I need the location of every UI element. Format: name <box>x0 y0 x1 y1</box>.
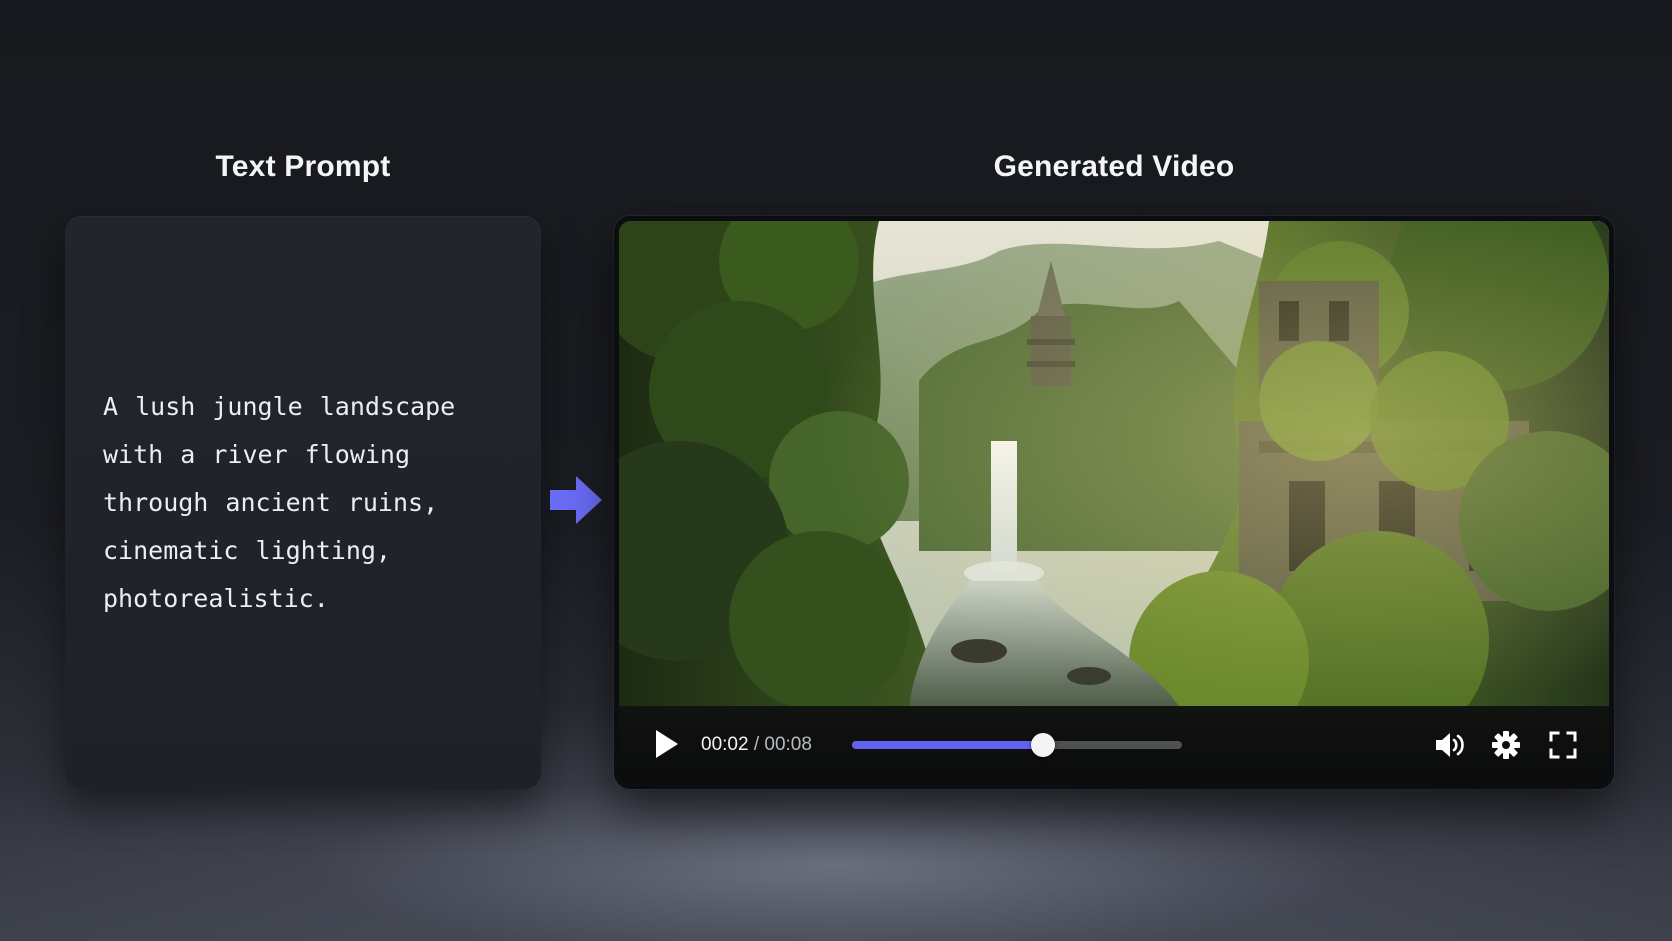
arrow-right-icon <box>550 476 602 524</box>
settings-button[interactable] <box>1487 726 1525 764</box>
gear-icon <box>1492 731 1520 759</box>
video-frame-jungle[interactable] <box>619 221 1609 706</box>
fullscreen-button[interactable] <box>1544 726 1582 764</box>
text-prompt-card: A lush jungle landscape with a river flo… <box>65 216 541 789</box>
text-prompt-heading: Text Prompt <box>215 150 391 183</box>
current-time: 00:02 <box>701 734 749 755</box>
time-display: 00:02 / 00:08 <box>701 734 812 756</box>
play-icon <box>656 730 678 758</box>
player-controls: 00:02 / 00:08 <box>619 706 1609 784</box>
progress-bar[interactable] <box>852 733 1182 757</box>
volume-icon <box>1436 733 1464 757</box>
fullscreen-icon <box>1549 731 1577 759</box>
video-player[interactable]: 00:02 / 00:08 <box>614 216 1614 789</box>
volume-button[interactable] <box>1431 726 1469 764</box>
total-time: 00:08 <box>764 734 812 755</box>
generated-video-heading: Generated Video <box>993 150 1235 183</box>
progress-thumb[interactable] <box>1031 733 1056 757</box>
video-thumbnail-image <box>619 221 1609 706</box>
prompt-text: A lush jungle landscape with a river flo… <box>103 391 456 613</box>
play-button[interactable] <box>649 726 685 762</box>
time-separator: / <box>748 734 765 755</box>
progress-fill <box>852 741 1044 749</box>
